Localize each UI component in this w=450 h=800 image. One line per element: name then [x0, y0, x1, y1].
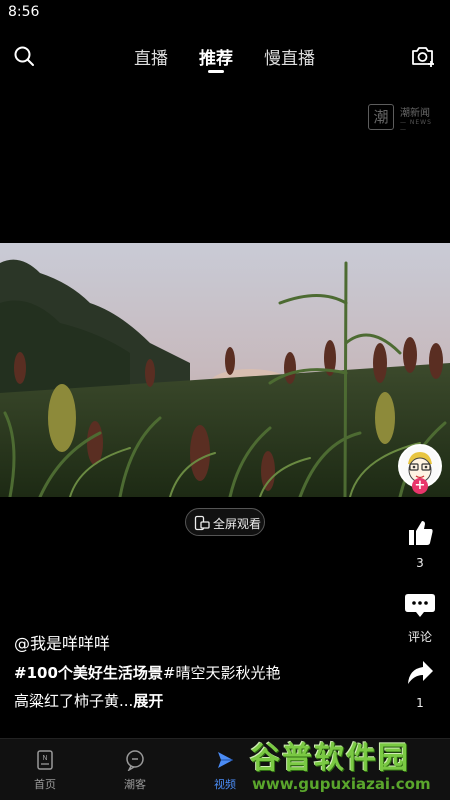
status-bar: 8:56 [0, 0, 450, 26]
fullscreen-label: 全屏观看 [213, 517, 262, 531]
channel-watermark: 潮 潮新闻 — NEWS — [368, 104, 438, 133]
camera-button[interactable] [410, 44, 436, 68]
site-watermark-title: 谷普软件园 [250, 741, 410, 776]
chat-icon [126, 750, 144, 771]
status-time: 8:56 [8, 4, 40, 20]
site-watermark-url: www.gupuxiazai.com [252, 775, 431, 793]
bottom-nav-home[interactable]: N 首页 [15, 749, 75, 792]
site-watermark: 谷普软件园 www.gupuxiazai.com [250, 733, 450, 800]
comment-button[interactable]: 评论 [396, 590, 444, 645]
video-frame [0, 243, 450, 497]
post-tags: #100个美好生活场景#晴空天影秋光艳 [14, 660, 384, 688]
thumbs-up-icon [409, 521, 433, 545]
like-count: 3 [416, 556, 424, 570]
tab-recommended[interactable]: 推荐 [199, 44, 233, 69]
channel-logo: 潮 [368, 104, 394, 130]
tab-slow-live[interactable]: 慢直播 [264, 44, 315, 69]
active-tab-indicator [208, 70, 224, 73]
bottom-nav-video-label: 视频 [214, 778, 236, 791]
expand-button[interactable]: 展开 [133, 692, 163, 710]
share-button[interactable]: 1 [396, 658, 444, 710]
svg-text:N: N [42, 754, 47, 762]
author-name[interactable]: @我是咩咩咩 [14, 632, 384, 660]
tab-live[interactable]: 直播 [134, 44, 168, 69]
play-icon [218, 752, 233, 768]
top-nav: 直播 推荐 慢直播 [0, 36, 450, 76]
fullscreen-button[interactable]: 全屏观看 [185, 508, 265, 536]
video-player[interactable] [0, 243, 450, 497]
comment-icon [405, 594, 435, 617]
bottom-nav-chaoke-label: 潮客 [124, 778, 146, 791]
fullscreen-icon [194, 515, 210, 531]
news-icon: N [37, 750, 53, 770]
comment-label: 评论 [407, 630, 432, 644]
post-text: 高粱红了柿子黄... [14, 692, 134, 710]
follow-button[interactable]: + [412, 478, 428, 494]
top-tabs: 直播 推荐 慢直播 [0, 36, 450, 76]
channel-name: 潮新闻 [400, 108, 430, 119]
like-button[interactable]: 3 [396, 518, 444, 570]
bottom-nav-video[interactable]: 视频 [195, 749, 255, 792]
bottom-nav-home-label: 首页 [34, 778, 56, 791]
bottom-nav-chaoke[interactable]: 潮客 [105, 749, 165, 792]
channel-sub: — NEWS — [400, 119, 432, 133]
post-caption: @我是咩咩咩 #100个美好生活场景#晴空天影秋光艳 高粱红了柿子黄...展开 [14, 632, 384, 716]
hashtag-2[interactable]: #晴空天影秋光艳 [163, 664, 281, 682]
search-icon [14, 46, 34, 66]
share-arrow-icon [408, 661, 433, 684]
search-button[interactable] [12, 44, 36, 68]
share-count: 1 [416, 696, 424, 710]
hashtag-1[interactable]: #100个美好生活场景 [14, 664, 163, 682]
camera-add-icon [412, 47, 434, 67]
post-description: 高粱红了柿子黄...展开 [14, 688, 384, 716]
